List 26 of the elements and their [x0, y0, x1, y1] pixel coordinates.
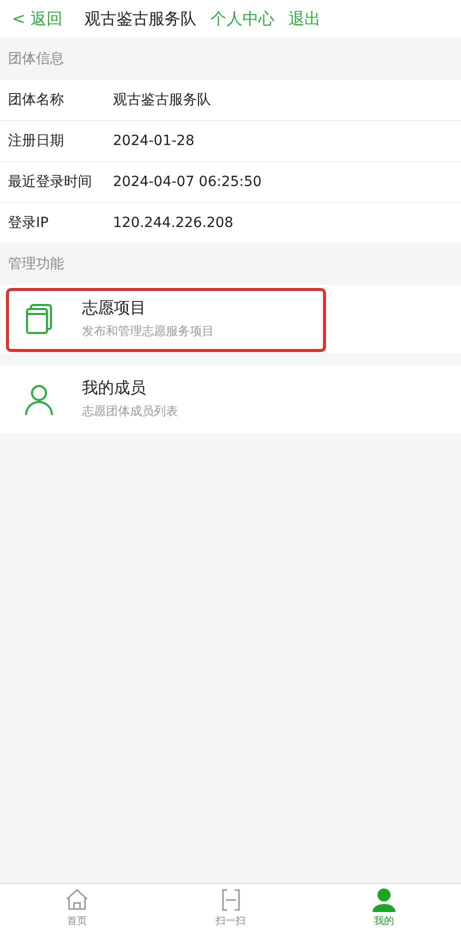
back-link[interactable]: < 返回	[12, 8, 62, 30]
tab-item[interactable]: 我的	[307, 884, 461, 928]
item-subtitle: 志愿团体成员列表	[82, 403, 178, 420]
menu-item[interactable]: 我的成员 志愿团体成员列表	[0, 365, 461, 433]
info-label: 团体名称	[8, 91, 65, 109]
tab-item[interactable]: 扫一扫	[154, 884, 308, 928]
item-title: 志愿项目	[82, 298, 147, 319]
home-icon	[64, 888, 89, 912]
nav-link[interactable]: 退出	[288, 8, 320, 30]
section-title: 管理功能	[8, 255, 64, 273]
nav-link[interactable]: 个人中心	[210, 8, 274, 30]
section-title: 团体信息	[8, 50, 64, 68]
info-label: 注册日期	[8, 132, 65, 150]
item-subtitle: 发布和管理志愿服务项目	[82, 323, 214, 340]
user-icon	[22, 382, 56, 416]
menu-item[interactable]: 志愿项目 发布和管理志愿服务项目	[0, 285, 461, 353]
info-label: 登录IP	[8, 214, 50, 232]
info-value: 2024-01-28	[113, 133, 194, 149]
page-title: 观古鉴古服务队	[84, 8, 196, 30]
user-icon	[372, 888, 396, 912]
tab-item[interactable]: 首页	[0, 884, 154, 928]
info-label: 最近登录时间	[8, 173, 93, 191]
info-value: 120.244.226.208	[113, 215, 234, 231]
info-value: 2024-04-07 06:25:50	[113, 174, 262, 190]
info-value: 观古鉴古服务队	[113, 91, 211, 109]
item-title: 我的成员	[82, 378, 147, 399]
